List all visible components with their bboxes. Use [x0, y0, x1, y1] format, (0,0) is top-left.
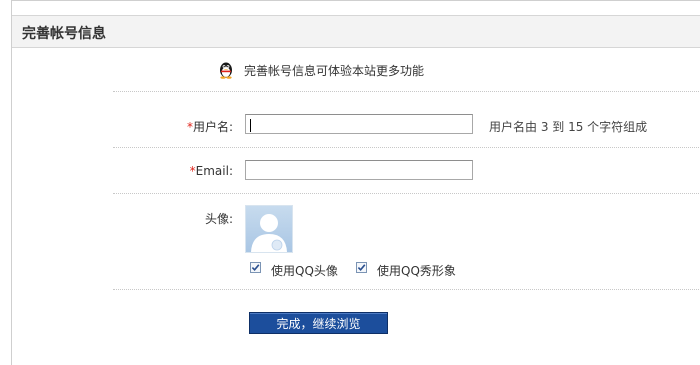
- username-label: *用户名:: [186, 120, 233, 134]
- page-title: 完善帐号信息: [22, 26, 106, 42]
- checkbox[interactable]: [356, 262, 367, 273]
- default-avatar-icon: [245, 205, 293, 253]
- panel-header: 完善帐号信息: [12, 15, 700, 48]
- qq-penguin-icon: [220, 62, 232, 79]
- checkbox[interactable]: [250, 262, 261, 273]
- divider: [113, 289, 700, 290]
- text-cursor: [250, 119, 251, 132]
- divider: [113, 91, 700, 92]
- finish-button[interactable]: 完成，继续浏览: [249, 312, 388, 334]
- checkbox-label: 使用QQ秀形象: [377, 264, 456, 278]
- checkbox-label: 使用QQ头像: [271, 264, 338, 278]
- intro-text: 完善帐号信息可体验本站更多功能: [244, 64, 425, 78]
- username-hint: 用户名由 3 到 15 个字符组成: [489, 120, 648, 134]
- divider: [113, 147, 700, 148]
- username-input[interactable]: [245, 114, 473, 134]
- checkmark-icon: [357, 264, 366, 271]
- checkmark-icon: [251, 264, 260, 271]
- email-field[interactable]: [245, 160, 473, 180]
- divider: [113, 193, 700, 194]
- avatar-label: 头像:: [204, 212, 233, 226]
- email-label: *Email:: [189, 164, 233, 178]
- profile-panel: 完善帐号信息 完善帐号信息可体验本站更多功能 *用户名: 用户名由 3 到 15…: [11, 0, 700, 365]
